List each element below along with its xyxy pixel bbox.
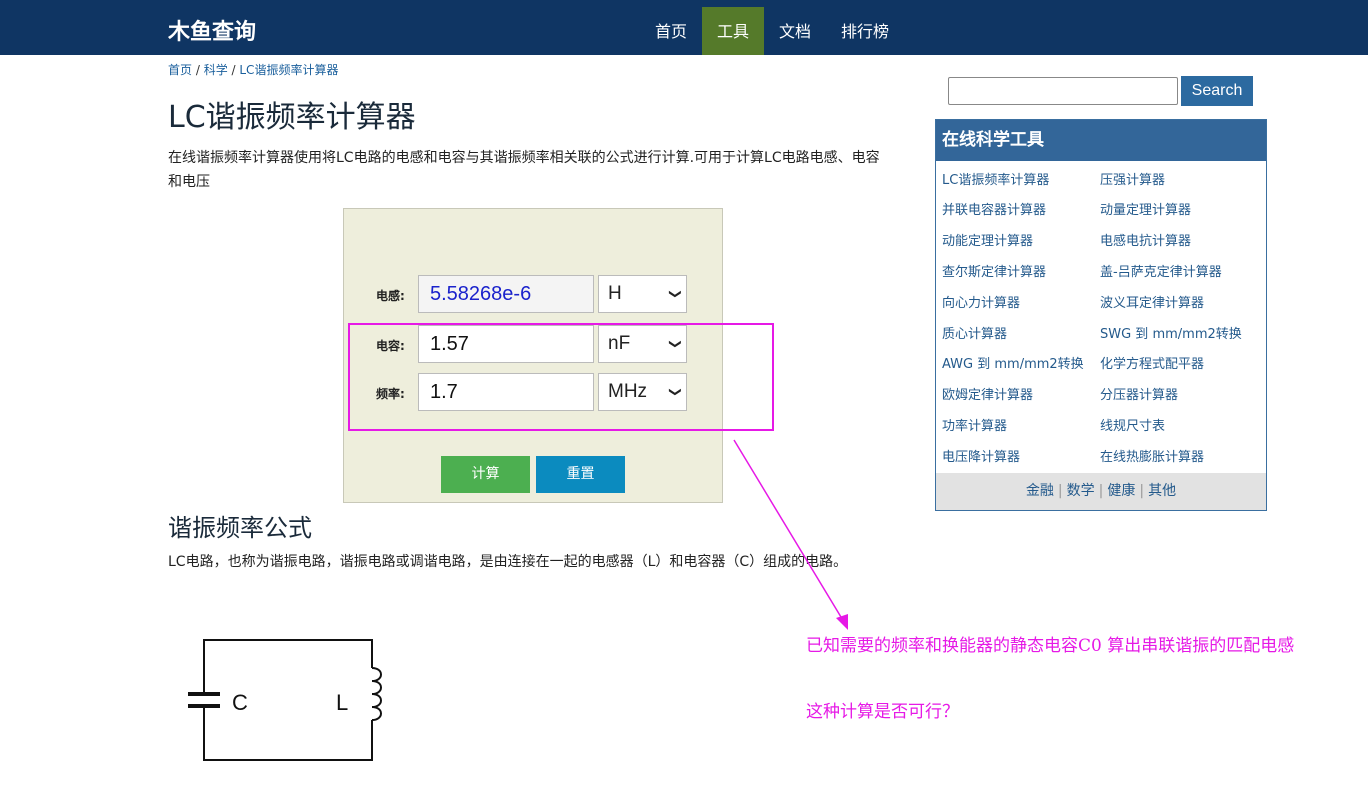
- annotation-note: 已知需要的频率和换能器的静态电容C0 算出串联谐振的匹配电感: [806, 636, 1295, 656]
- annotation-arrow: [733, 439, 848, 630]
- arrow-head-icon: [836, 614, 848, 630]
- annotation-question: 这种计算是否可行？: [806, 702, 959, 722]
